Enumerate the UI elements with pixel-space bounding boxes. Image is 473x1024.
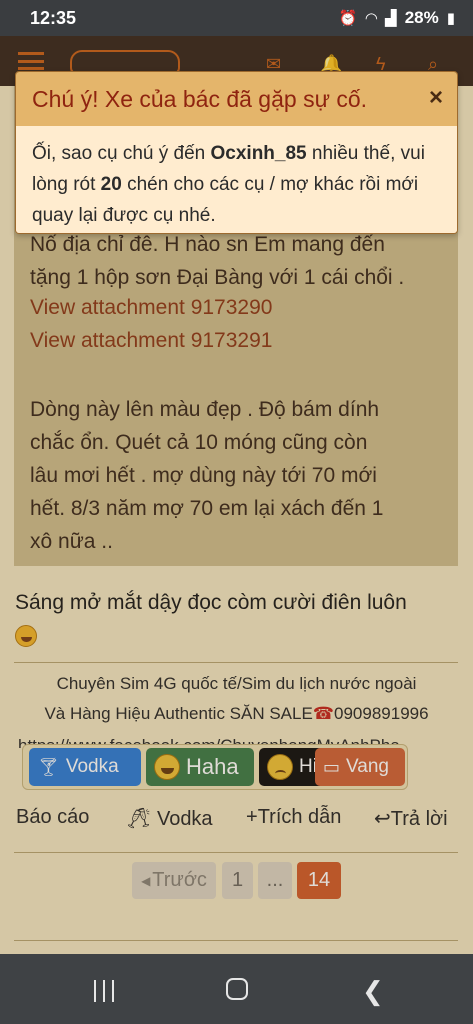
attachment-link[interactable]: View attachment 9173291	[30, 329, 272, 353]
footer-divider	[14, 940, 458, 941]
alert-dialog: Chú ý! Xe của bác đã gặp sự cố. × Ối, sa…	[15, 71, 458, 234]
status-icons: ⏰ ◠ ▟ 28% ▮	[339, 8, 455, 28]
post-line: Dòng này lên màu đẹp . Độ bám dính	[30, 398, 380, 421]
signature-phone: 0909891996	[334, 704, 429, 723]
reaction-vang[interactable]: ▭ Vang	[315, 748, 405, 786]
alert-body: Ối, sao cụ chú ý đến Ocxinh_85 nhiều thế…	[16, 126, 457, 233]
alert-text: Ối, sao cụ chú ý đến	[32, 143, 211, 164]
report-button[interactable]: Báo cáo	[16, 806, 89, 829]
reaction-vodka[interactable]: 🍸︎ Vodka	[29, 748, 141, 786]
laugh-emoji-icon	[15, 625, 37, 648]
home-icon[interactable]	[226, 978, 248, 1000]
post-line: xô nữa ..	[30, 530, 113, 553]
prev-label: Trước	[152, 869, 207, 891]
chevron-left-icon: ◀	[141, 873, 151, 888]
post-line: lâu mơi hết . mợ dùng này tới 70 mới	[30, 464, 377, 487]
laugh-emoji-icon	[154, 754, 180, 780]
pagination-prev-button[interactable]: ◀ Trước	[132, 862, 216, 899]
alert-header: Chú ý! Xe của bác đã gặp sự cố. ×	[16, 72, 457, 126]
reaction-haha[interactable]: Haha	[146, 748, 254, 786]
signature-line-2: Và Hàng Hiệu Authentic SĂN SALE☎09098919…	[0, 704, 473, 724]
telephone-icon: ☎	[312, 704, 335, 723]
reply-button[interactable]: ↩Trả lời	[374, 806, 448, 831]
glass-icon: 🍸︎	[37, 756, 60, 777]
post-line: tặng 1 hộp sơn Đại Bàng với 1 cái chổi .	[30, 266, 405, 289]
alert-username: Ocxinh_85	[210, 143, 307, 164]
battery-level: 28%	[404, 8, 439, 27]
status-time: 12:35	[30, 7, 77, 28]
glasses-icon: 🥂︎	[126, 808, 152, 830]
battery-icon: ▮	[446, 10, 455, 27]
signal-icon: ▟	[385, 10, 397, 27]
system-nav-bar: ❮	[0, 954, 473, 1024]
signature-text: Và Hàng Hiệu Authentic SĂN SALE	[44, 704, 313, 723]
menu-icon[interactable]	[18, 52, 44, 70]
wine-glass-icon: ▭	[323, 756, 341, 777]
recent-apps-icon[interactable]	[94, 980, 116, 1002]
vodka-label: Vodka	[156, 808, 213, 830]
post-actions: Báo cáo 🥂︎ Vodka +Trích dẫn ↩Trả lời	[0, 800, 473, 834]
screen: 12:35 ⏰ ◠ ▟ 28% ▮ ✉ 🔔 ϟ ⌕ Nố địa chỉ đê.…	[0, 0, 473, 1024]
pagination-ellipsis[interactable]: ...	[258, 862, 292, 899]
signature-line: Chuyên Sim 4G quốc tế/Sim du lịch nước n…	[56, 674, 417, 693]
quote-label: Trích dẫn	[257, 806, 342, 828]
attachment-link[interactable]: View attachment 9173290	[30, 296, 272, 320]
reaction-label: Vang	[346, 756, 389, 777]
reaction-picker: 🍸︎ Vodka Haha Hic ▭ Vang	[22, 744, 408, 790]
pagination-current-page[interactable]: 14	[297, 862, 341, 899]
alarm-icon: ⏰	[338, 10, 358, 27]
pagination-page-1[interactable]: 1	[222, 862, 253, 899]
actions-divider	[14, 852, 458, 853]
vodka-button[interactable]: 🥂︎ Vodka	[126, 806, 213, 831]
post-line: chắc ổn. Quét cả 10 móng cũng còn	[30, 431, 368, 454]
reaction-label: Haha	[186, 754, 239, 779]
wifi-icon: ◠	[365, 10, 378, 27]
alert-title: Chú ý! Xe của bác đã gặp sự cố.	[32, 86, 368, 112]
reply-arrow-icon: ↩	[374, 808, 391, 830]
back-icon[interactable]: ❮	[362, 976, 384, 1007]
plus-icon: +	[246, 806, 258, 828]
reply-body: Sáng mở mắt dậy đọc còm cười điên luôn	[15, 591, 407, 614]
signature-divider	[14, 662, 458, 663]
sad-emoji-icon	[267, 754, 293, 780]
quote-button[interactable]: +Trích dẫn	[246, 806, 341, 829]
close-icon[interactable]: ×	[429, 84, 443, 112]
reply-label: Trả lời	[390, 808, 448, 830]
post-line: hết. 8/3 năm mợ 70 em lại xách đến 1	[30, 497, 384, 520]
reply-text: Sáng mở mắt dậy đọc còm cười điên luôn	[15, 586, 460, 652]
alert-count: 20	[100, 174, 122, 195]
status-bar: 12:35 ⏰ ◠ ▟ 28% ▮	[0, 0, 473, 36]
reaction-label: Vodka	[65, 756, 119, 777]
